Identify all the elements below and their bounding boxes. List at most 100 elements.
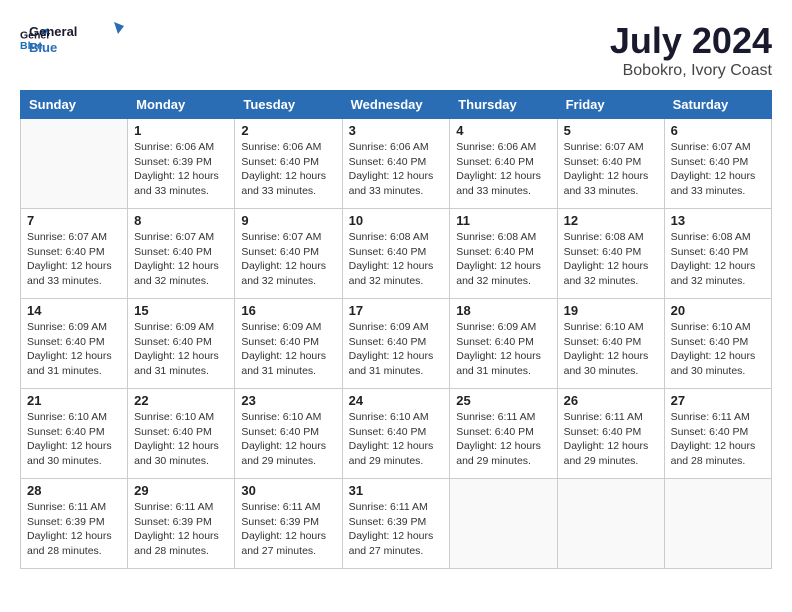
day-info: Sunrise: 6:08 AMSunset: 6:40 PMDaylight:… — [349, 230, 444, 289]
week-row-4: 21 Sunrise: 6:10 AMSunset: 6:40 PMDayligh… — [21, 389, 772, 479]
day-info: Sunrise: 6:08 AMSunset: 6:40 PMDaylight:… — [456, 230, 550, 289]
day-number: 21 — [27, 393, 121, 408]
day-number: 1 — [134, 123, 228, 138]
day-info: Sunrise: 6:11 AMSunset: 6:40 PMDaylight:… — [564, 410, 658, 469]
day-info: Sunrise: 6:10 AMSunset: 6:40 PMDaylight:… — [27, 410, 121, 469]
day-info: Sunrise: 6:08 AMSunset: 6:40 PMDaylight:… — [671, 230, 765, 289]
cell-week5-day2: 29 Sunrise: 6:11 AMSunset: 6:39 PMDayligh… — [128, 479, 235, 569]
day-number: 22 — [134, 393, 228, 408]
day-info: Sunrise: 6:08 AMSunset: 6:40 PMDaylight:… — [564, 230, 658, 289]
cell-week5-day6 — [557, 479, 664, 569]
day-number: 26 — [564, 393, 658, 408]
cell-week3-day1: 14 Sunrise: 6:09 AMSunset: 6:40 PMDayligh… — [21, 299, 128, 389]
cell-week2-day6: 12Sunrise: 6:08 AMSunset: 6:40 PMDayligh… — [557, 209, 664, 299]
title-block: July 2024 Bobokro, Ivory Coast — [610, 20, 772, 80]
day-number: 8 — [134, 213, 228, 228]
day-info: Sunrise: 6:07 AMSunset: 6:40 PMDaylight:… — [241, 230, 335, 289]
cell-week4-day3: 23 Sunrise: 6:10 AMSunset: 6:40 PMDayligh… — [235, 389, 342, 479]
cell-week1-day3: 2 Sunrise: 6:06 AMSunset: 6:40 PMDaylight… — [235, 119, 342, 209]
day-number: 25 — [456, 393, 550, 408]
day-number: 20 — [671, 303, 765, 318]
cell-week1-day4: 3Sunrise: 6:06 AMSunset: 6:40 PMDaylight… — [342, 119, 450, 209]
cell-week5-day3: 30Sunrise: 6:11 AMSunset: 6:39 PMDayligh… — [235, 479, 342, 569]
cell-week2-day1: 7 Sunrise: 6:07 AMSunset: 6:40 PMDaylight… — [21, 209, 128, 299]
day-number: 9 — [241, 213, 335, 228]
day-info: Sunrise: 6:06 AMSunset: 6:40 PMDaylight:… — [241, 140, 335, 199]
day-info: Sunrise: 6:06 AMSunset: 6:40 PMDaylight:… — [349, 140, 444, 199]
col-tuesday: Tuesday — [235, 91, 342, 119]
cell-week4-day4: 24Sunrise: 6:10 AMSunset: 6:40 PMDayligh… — [342, 389, 450, 479]
cell-week1-day1 — [21, 119, 128, 209]
week-row-1: 1 Sunrise: 6:06 AMSunset: 6:39 PMDaylight… — [21, 119, 772, 209]
day-number: 10 — [349, 213, 444, 228]
day-number: 30 — [241, 483, 335, 498]
day-number: 31 — [349, 483, 444, 498]
cell-week2-day2: 8 Sunrise: 6:07 AMSunset: 6:40 PMDaylight… — [128, 209, 235, 299]
cell-week5-day1: 28Sunrise: 6:11 AMSunset: 6:39 PMDayligh… — [21, 479, 128, 569]
cell-week2-day3: 9 Sunrise: 6:07 AMSunset: 6:40 PMDaylight… — [235, 209, 342, 299]
day-number: 11 — [456, 213, 550, 228]
day-info: Sunrise: 6:10 AMSunset: 6:40 PMDaylight:… — [564, 320, 658, 379]
week-row-3: 14 Sunrise: 6:09 AMSunset: 6:40 PMDayligh… — [21, 299, 772, 389]
day-number: 23 — [241, 393, 335, 408]
cell-week3-day7: 20 Sunrise: 6:10 AMSunset: 6:40 PMDayligh… — [664, 299, 771, 389]
cell-week3-day2: 15 Sunrise: 6:09 AMSunset: 6:40 PMDayligh… — [128, 299, 235, 389]
location-subtitle: Bobokro, Ivory Coast — [610, 62, 772, 80]
col-monday: Monday — [128, 91, 235, 119]
cell-week3-day5: 18 Sunrise: 6:09 AMSunset: 6:40 PMDayligh… — [450, 299, 557, 389]
day-number: 27 — [671, 393, 765, 408]
month-year-title: July 2024 — [610, 20, 772, 62]
day-number: 15 — [134, 303, 228, 318]
day-info: Sunrise: 6:07 AMSunset: 6:40 PMDaylight:… — [27, 230, 121, 289]
cell-week4-day1: 21 Sunrise: 6:10 AMSunset: 6:40 PMDayligh… — [21, 389, 128, 479]
calendar-header-row: Sunday Monday Tuesday Wednesday Thursday… — [21, 91, 772, 119]
cell-week5-day4: 31 Sunrise: 6:11 AMSunset: 6:39 PMDayligh… — [342, 479, 450, 569]
day-info: Sunrise: 6:10 AMSunset: 6:40 PMDaylight:… — [671, 320, 765, 379]
week-row-5: 28Sunrise: 6:11 AMSunset: 6:39 PMDayligh… — [21, 479, 772, 569]
col-saturday: Saturday — [664, 91, 771, 119]
cell-week1-day2: 1 Sunrise: 6:06 AMSunset: 6:39 PMDaylight… — [128, 119, 235, 209]
day-info: Sunrise: 6:09 AMSunset: 6:40 PMDaylight:… — [456, 320, 550, 379]
day-info: Sunrise: 6:09 AMSunset: 6:40 PMDaylight:… — [349, 320, 444, 379]
cell-week3-day6: 19 Sunrise: 6:10 AMSunset: 6:40 PMDayligh… — [557, 299, 664, 389]
day-info: Sunrise: 6:09 AMSunset: 6:40 PMDaylight:… — [27, 320, 121, 379]
logo-full: General Blue — [29, 20, 129, 60]
cell-week2-day5: 11 Sunrise: 6:08 AMSunset: 6:40 PMDayligh… — [450, 209, 557, 299]
cell-week5-day7 — [664, 479, 771, 569]
day-info: Sunrise: 6:07 AMSunset: 6:40 PMDaylight:… — [671, 140, 765, 199]
day-info: Sunrise: 6:10 AMSunset: 6:40 PMDaylight:… — [134, 410, 228, 469]
day-number: 18 — [456, 303, 550, 318]
day-number: 7 — [27, 213, 121, 228]
cell-week2-day4: 10 Sunrise: 6:08 AMSunset: 6:40 PMDayligh… — [342, 209, 450, 299]
day-number: 2 — [241, 123, 335, 138]
cell-week1-day7: 6Sunrise: 6:07 AMSunset: 6:40 PMDaylight… — [664, 119, 771, 209]
cell-week4-day7: 27 Sunrise: 6:11 AMSunset: 6:40 PMDayligh… — [664, 389, 771, 479]
day-number: 16 — [241, 303, 335, 318]
day-info: Sunrise: 6:09 AMSunset: 6:40 PMDaylight:… — [134, 320, 228, 379]
cell-week5-day5 — [450, 479, 557, 569]
day-info: Sunrise: 6:06 AMSunset: 6:39 PMDaylight:… — [134, 140, 228, 199]
day-number: 19 — [564, 303, 658, 318]
day-info: Sunrise: 6:07 AMSunset: 6:40 PMDaylight:… — [134, 230, 228, 289]
calendar-table: Sunday Monday Tuesday Wednesday Thursday… — [20, 90, 772, 569]
col-wednesday: Wednesday — [342, 91, 450, 119]
day-info: Sunrise: 6:10 AMSunset: 6:40 PMDaylight:… — [241, 410, 335, 469]
day-number: 29 — [134, 483, 228, 498]
day-info: Sunrise: 6:11 AMSunset: 6:39 PMDaylight:… — [27, 500, 121, 559]
day-info: Sunrise: 6:11 AMSunset: 6:40 PMDaylight:… — [671, 410, 765, 469]
day-number: 14 — [27, 303, 121, 318]
day-number: 17 — [349, 303, 444, 318]
day-info: Sunrise: 6:06 AMSunset: 6:40 PMDaylight:… — [456, 140, 550, 199]
day-info: Sunrise: 6:11 AMSunset: 6:39 PMDaylight:… — [134, 500, 228, 559]
day-info: Sunrise: 6:11 AMSunset: 6:39 PMDaylight:… — [349, 500, 444, 559]
col-friday: Friday — [557, 91, 664, 119]
cell-week1-day6: 5Sunrise: 6:07 AMSunset: 6:40 PMDaylight… — [557, 119, 664, 209]
day-number: 5 — [564, 123, 658, 138]
cell-week4-day2: 22 Sunrise: 6:10 AMSunset: 6:40 PMDayligh… — [128, 389, 235, 479]
col-sunday: Sunday — [21, 91, 128, 119]
col-thursday: Thursday — [450, 91, 557, 119]
svg-text:Blue: Blue — [29, 40, 57, 55]
week-row-2: 7 Sunrise: 6:07 AMSunset: 6:40 PMDaylight… — [21, 209, 772, 299]
cell-week4-day6: 26 Sunrise: 6:11 AMSunset: 6:40 PMDayligh… — [557, 389, 664, 479]
day-number: 24 — [349, 393, 444, 408]
